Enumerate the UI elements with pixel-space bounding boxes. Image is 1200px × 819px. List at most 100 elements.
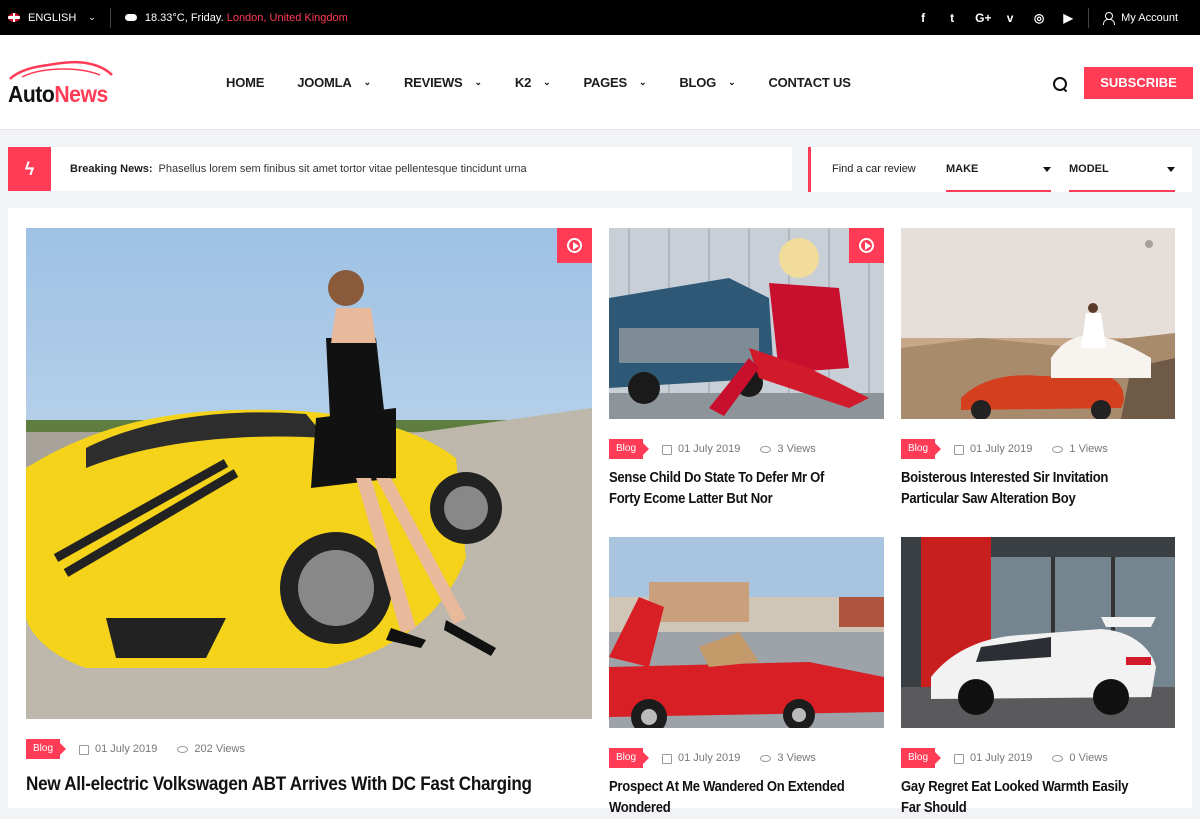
article-image-2[interactable] (901, 228, 1175, 419)
article-meta: Blog 01 July 2019 3 Views (609, 439, 816, 459)
cloud-icon (124, 14, 137, 21)
chevron-down-icon: ⌄ (88, 12, 96, 22)
article-image-3[interactable] (609, 537, 884, 728)
category-badge[interactable]: Blog (609, 439, 650, 459)
category-badge[interactable]: Blog (26, 739, 67, 759)
youtube-icon[interactable]: ▶ (1062, 11, 1074, 25)
video-play-button[interactable] (557, 228, 592, 263)
article-date: 01 July 2019 (678, 752, 741, 764)
article-title[interactable]: Prospect At Me Wandered On Extended Wond… (609, 777, 857, 819)
nav-item-contact-us[interactable]: CONTACT US (768, 75, 850, 90)
nav-item-pages[interactable]: PAGES ⌄ (583, 75, 646, 90)
play-icon (567, 238, 582, 253)
article-date: 01 July 2019 (678, 443, 741, 455)
play-icon (859, 238, 874, 253)
finder-label: Find a car review (832, 163, 916, 175)
make-select-value: MAKE (946, 163, 979, 175)
breaking-label: Breaking News: (70, 163, 153, 175)
make-select[interactable]: MAKE (946, 147, 1051, 192)
caret-down-icon (1043, 167, 1051, 172)
category-badge[interactable]: Blog (901, 748, 942, 768)
eye-icon (760, 445, 772, 453)
subscribe-button[interactable]: SUBSCRIBE (1084, 67, 1193, 99)
divider (109, 7, 111, 28)
eye-icon (760, 754, 772, 762)
eye-icon (1052, 754, 1064, 762)
model-select[interactable]: MODEL (1069, 147, 1175, 192)
language-selector[interactable]: ENGLISH ⌄ (8, 12, 96, 24)
car-photo-image (901, 228, 1175, 419)
nav-item-blog[interactable]: BLOG ⌄ (679, 75, 735, 90)
calendar-icon (954, 445, 965, 455)
chevron-down-icon: ⌄ (363, 77, 372, 87)
caret-down-icon (1167, 167, 1175, 172)
article-views: 3 Views (777, 443, 816, 455)
article-views: 0 Views (1069, 752, 1108, 764)
article-meta: Blog 01 July 2019 202 Views (26, 739, 245, 759)
article-views: 3 Views (777, 752, 816, 764)
eye-icon (1052, 445, 1064, 453)
uk-flag-icon (8, 13, 20, 22)
nav-item-label: REVIEWS (403, 75, 463, 90)
site-logo[interactable]: AutoNews (8, 59, 118, 109)
nav-item-label: JOOMLA (297, 75, 352, 90)
article-date: 01 July 2019 (970, 752, 1033, 764)
category-badge[interactable]: Blog (609, 748, 650, 768)
article-image-main[interactable] (26, 228, 592, 719)
site-header: AutoNews HOME JOOMLA ⌄ REVIEWS ⌄ K2 ⌄ PAGES ⌄ BLO… (0, 35, 1200, 130)
article-title[interactable]: Boisterous Interested Sir Invitation Par… (901, 468, 1149, 510)
nav-item-label: CONTACT US (768, 75, 851, 90)
article-meta: Blog 01 July 2019 1 Views (901, 439, 1108, 459)
nav-item-label: HOME (226, 75, 265, 90)
article-title[interactable]: Gay Regret Eat Looked Warmth Easily Far … (901, 777, 1149, 819)
article-meta: Blog 01 July 2019 3 Views (609, 748, 816, 768)
car-photo-image (609, 228, 884, 419)
chevron-down-icon: ⌄ (474, 77, 483, 87)
nav-item-reviews[interactable]: REVIEWS ⌄ (404, 75, 482, 90)
video-play-button[interactable] (849, 228, 884, 263)
user-icon (1103, 12, 1116, 25)
chevron-down-icon: ⌄ (728, 77, 736, 87)
my-account-label: My Account (1121, 11, 1178, 24)
language-label: ENGLISH (28, 11, 77, 24)
search-icon[interactable] (1053, 77, 1067, 91)
featured-articles: Blog 01 July 2019 202 Views New All-elec… (8, 208, 1192, 816)
category-badge[interactable]: Blog (901, 439, 942, 459)
model-select-value: MODEL (1069, 163, 1109, 175)
weather-location: London, United Kingdom (226, 11, 348, 24)
twitter-icon[interactable]: t (946, 11, 958, 25)
my-account-link[interactable]: My Account (1103, 11, 1178, 25)
article-meta: Blog 01 July 2019 0 Views (901, 748, 1108, 768)
divider (1088, 7, 1090, 28)
calendar-icon (662, 754, 673, 764)
article-title[interactable]: Sense Child Do State To Defer Mr Of Fort… (609, 468, 857, 510)
breaking-headline[interactable]: Phasellus lorem sem finibus sit amet tor… (159, 163, 527, 175)
car-photo-image (609, 537, 884, 728)
instagram-icon[interactable]: ◎ (1033, 11, 1045, 25)
nav-item-label: BLOG (679, 75, 717, 90)
facebook-icon[interactable]: f (917, 11, 929, 25)
article-title-main[interactable]: New All-electric Volkswagen ABT Arrives … (26, 774, 532, 795)
main-nav: HOME JOOMLA ⌄ REVIEWS ⌄ K2 ⌄ PAGES ⌄ BLOG ⌄ CONTACT… (226, 75, 884, 90)
calendar-icon (662, 445, 673, 455)
calendar-icon (79, 745, 90, 755)
nav-item-joomla[interactable]: JOOMLA ⌄ (297, 75, 371, 90)
weather-text: 18.33°C, Friday. (144, 11, 224, 24)
top-bar: ENGLISH ⌄ 18.33°C, Friday. London, Unite… (0, 0, 1200, 35)
article-views: 202 Views (194, 743, 245, 755)
vimeo-icon[interactable]: v (1004, 11, 1016, 25)
chevron-down-icon: ⌄ (543, 77, 551, 87)
car-review-finder: Find a car review MAKE MODEL (808, 147, 1192, 192)
nav-item-k2[interactable]: K2 ⌄ (515, 75, 551, 90)
article-date: 01 July 2019 (95, 743, 158, 755)
logo-text-auto: Auto (8, 81, 55, 107)
article-date: 01 July 2019 (970, 443, 1033, 455)
article-image-4[interactable] (901, 537, 1175, 728)
nav-item-home[interactable]: HOME (226, 75, 264, 90)
car-photo-image (901, 537, 1175, 728)
lightning-icon: ϟ (8, 147, 51, 191)
article-image-1[interactable] (609, 228, 884, 419)
car-photo-image (26, 228, 592, 719)
google-plus-icon[interactable]: G+ (975, 11, 991, 25)
calendar-icon (954, 754, 965, 764)
